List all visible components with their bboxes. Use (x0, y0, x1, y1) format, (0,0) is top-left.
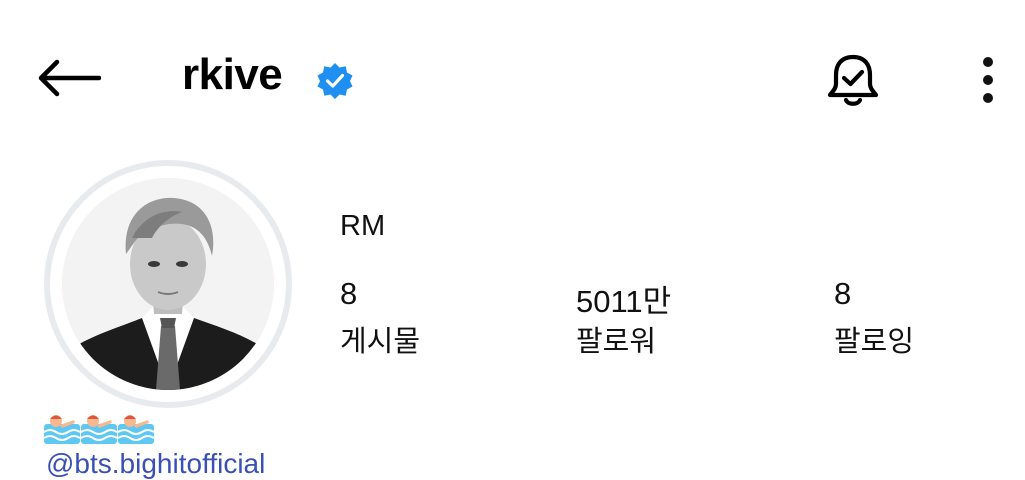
swimmer-emoji-icon (118, 415, 154, 444)
back-button[interactable] (30, 48, 106, 108)
bell-check-icon (827, 54, 879, 106)
bio-emoji (44, 408, 154, 444)
posts-label[interactable]: 게시물 (340, 318, 420, 360)
arrow-left-icon (38, 59, 101, 97)
profile-avatar[interactable] (44, 160, 292, 408)
swimmer-emoji-icon (81, 415, 117, 444)
notifications-button[interactable] (820, 48, 886, 114)
bio-mention-link[interactable]: @bts.bighitofficial (46, 448, 265, 480)
more-vertical-icon (983, 57, 993, 103)
profile-display-name: RM (340, 210, 386, 242)
verified-badge-icon (316, 62, 354, 100)
followers-label[interactable]: 팔로워 (576, 318, 656, 360)
following-count[interactable]: 8 (834, 276, 851, 312)
posts-count[interactable]: 8 (340, 276, 357, 312)
following-label[interactable]: 팔로잉 (834, 318, 914, 360)
swimmer-emoji-icon (44, 415, 80, 444)
more-options-button[interactable] (968, 52, 1008, 108)
profile-username: rkive (182, 50, 283, 99)
avatar-photo (62, 178, 274, 390)
followers-count[interactable]: 5011만 (576, 276, 671, 321)
